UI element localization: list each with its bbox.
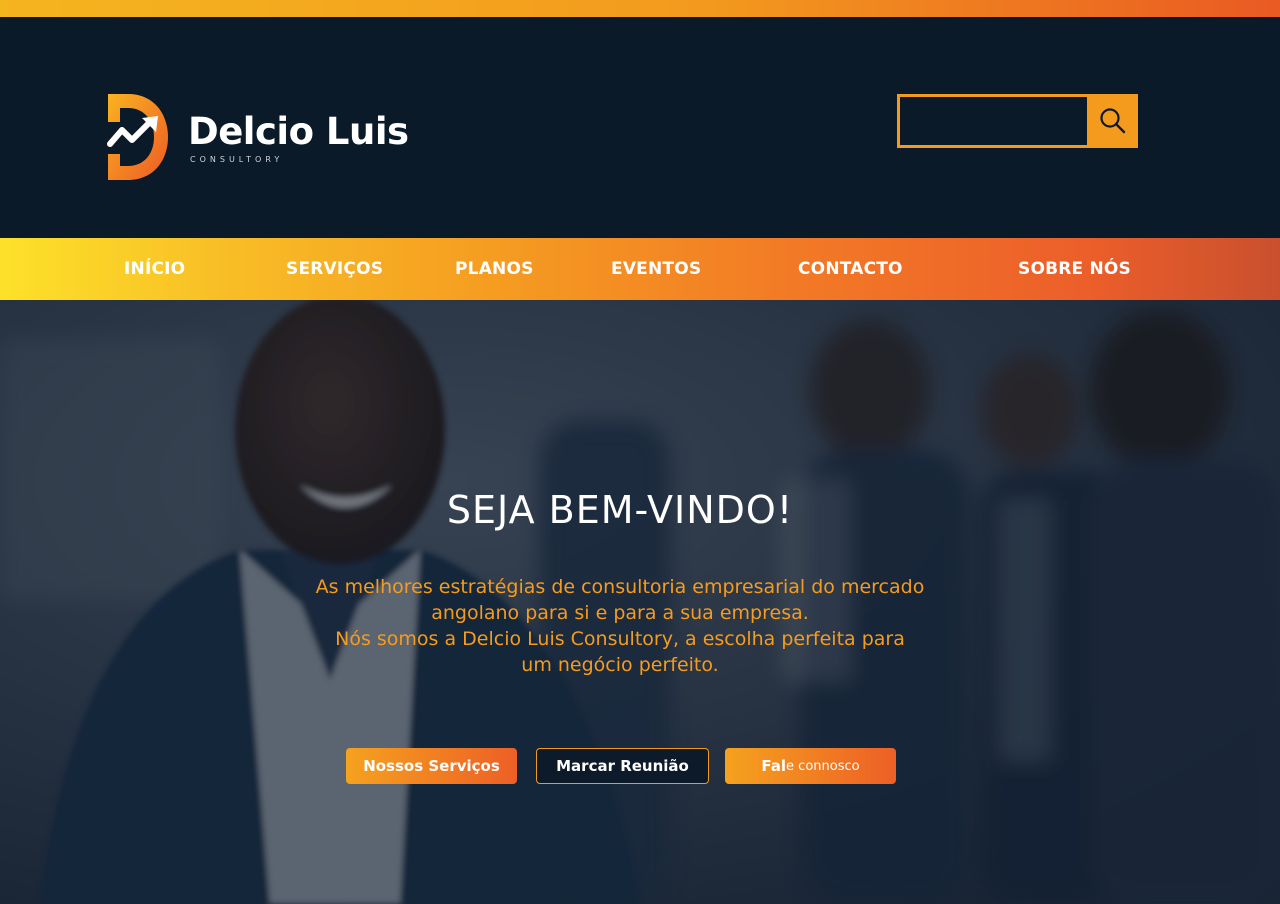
contact-us-button[interactable]: Fal e connosco (725, 748, 896, 784)
schedule-meeting-label: Marcar Reunião (556, 757, 689, 775)
search-icon (1099, 108, 1125, 134)
hero-section: SEJA BEM-VINDO! As melhores estratégias … (0, 300, 1280, 904)
top-accent-stripe (0, 0, 1280, 17)
nav-item-servicos[interactable]: SERVIÇOS (286, 238, 383, 300)
our-services-button[interactable]: Nossos Serviços (346, 748, 517, 784)
search-input[interactable] (897, 94, 1087, 148)
our-services-label: Nossos Serviços (363, 757, 500, 775)
hero-subtitle: As melhores estratégias de consultoria e… (270, 574, 970, 678)
hero-subtitle-line: angolano para si e para a sua empresa. (431, 602, 809, 624)
site-header: Delcio Luis CONSULTORY (0, 17, 1280, 238)
hero-subtitle-line: um negócio perfeito. (521, 654, 719, 676)
brand-logo[interactable]: Delcio Luis CONSULTORY (106, 91, 426, 183)
nav-item-planos[interactable]: PLANOS (455, 238, 534, 300)
nav-item-contacto[interactable]: CONTACTO (798, 238, 903, 300)
logo-text: Delcio Luis CONSULTORY (188, 109, 409, 164)
brand-tagline: CONSULTORY (190, 154, 284, 164)
logo-mark-icon (107, 94, 168, 180)
schedule-meeting-button[interactable]: Marcar Reunião (536, 748, 709, 784)
nav-item-inicio[interactable]: INÍCIO (124, 238, 185, 300)
contact-us-label-rest: e connosco (786, 758, 860, 774)
search-bar (897, 94, 1138, 148)
hero-subtitle-line: Nós somos a Delcio Luis Consultory, a es… (335, 628, 905, 650)
search-button[interactable] (1087, 94, 1138, 148)
hero-subtitle-line: As melhores estratégias de consultoria e… (315, 576, 925, 598)
contact-us-label-bold: Fal (761, 757, 787, 775)
hero-title: SEJA BEM-VINDO! (446, 488, 794, 532)
brand-name: Delcio Luis (188, 109, 409, 153)
main-nav: INÍCIO SERVIÇOS PLANOS EVENTOS CONTACTO … (0, 238, 1280, 300)
nav-item-eventos[interactable]: EVENTOS (611, 238, 701, 300)
nav-item-sobre-nos[interactable]: SOBRE NÓS (1018, 238, 1131, 300)
